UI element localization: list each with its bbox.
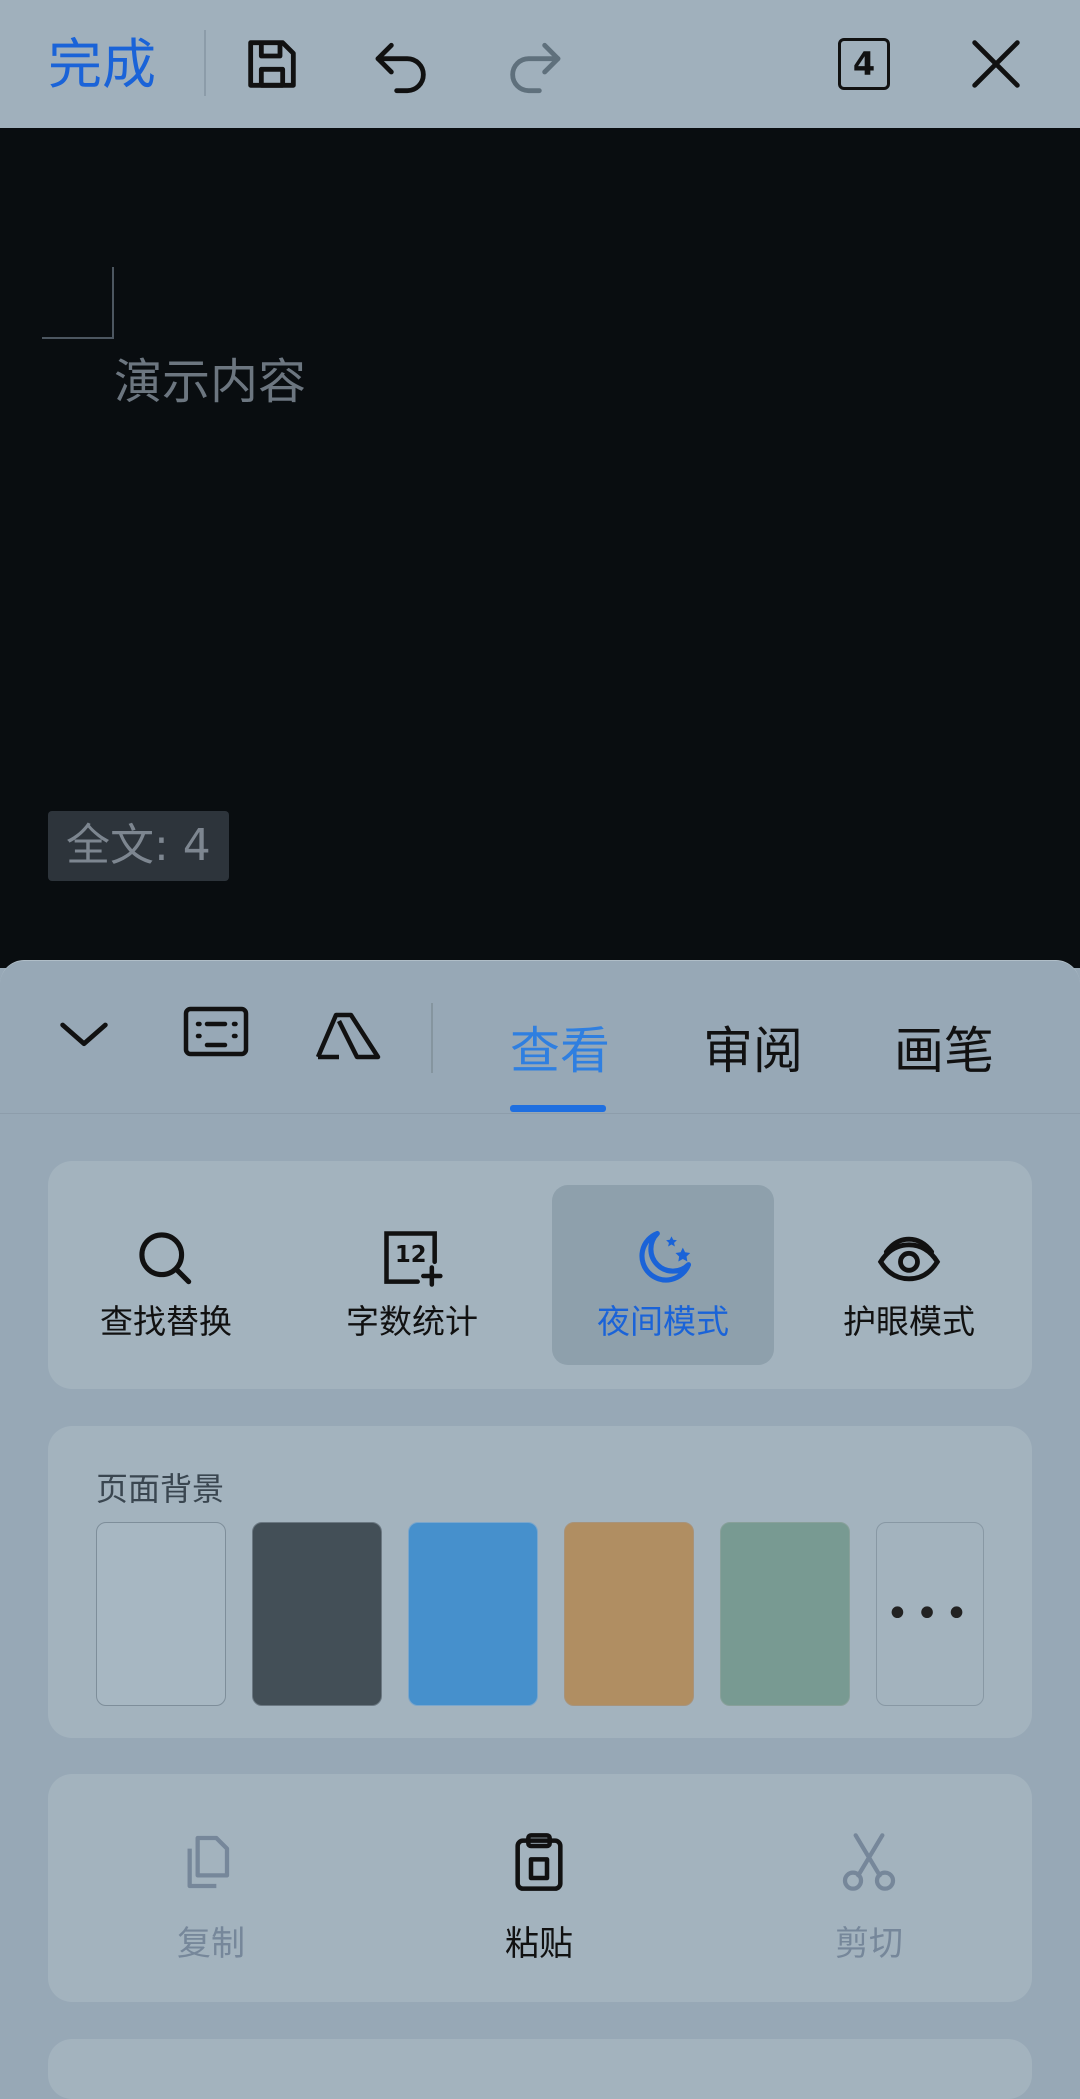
- cut-button[interactable]: 剪切: [789, 1830, 949, 1970]
- undo-icon[interactable]: [360, 22, 444, 106]
- tab-pen[interactable]: 画笔: [894, 1011, 994, 1083]
- done-button[interactable]: 完成: [48, 30, 156, 100]
- copy-icon: [187, 1835, 230, 1889]
- eye-icon: [877, 1236, 941, 1282]
- eye-care-button[interactable]: 护眼模式: [798, 1185, 1020, 1365]
- word-count-button[interactable]: 12 字数统计: [301, 1185, 523, 1365]
- page-count-icon[interactable]: 4: [822, 22, 906, 106]
- svg-text:12: 12: [395, 1242, 427, 1268]
- page-corner-mark: [42, 267, 114, 339]
- eye-care-label: 护眼模式: [843, 1302, 975, 1341]
- toolbar-divider: [204, 30, 206, 96]
- close-icon[interactable]: [954, 22, 1038, 106]
- swatch-dark[interactable]: [252, 1522, 382, 1706]
- word-count-icon: 12: [384, 1231, 443, 1287]
- active-tab-indicator: [510, 1105, 606, 1112]
- swatch-green[interactable]: [720, 1522, 850, 1706]
- cut-label: 剪切: [835, 1924, 903, 1964]
- tab-view[interactable]: 查看: [510, 1011, 610, 1083]
- swatch-tan[interactable]: [564, 1522, 694, 1706]
- word-count-badge: 全文: 4: [48, 811, 229, 881]
- sheet-toolbar: 查看 审阅 画笔: [0, 961, 1080, 1114]
- document-text[interactable]: 演示内容: [114, 342, 306, 412]
- keyboard-icon[interactable]: [180, 997, 252, 1069]
- page-background-title: 页面背景: [96, 1470, 225, 1508]
- copy-label: 复制: [177, 1924, 245, 1964]
- tab-review[interactable]: 审阅: [703, 1011, 803, 1083]
- redo-icon[interactable]: [492, 22, 576, 106]
- page-count: 4: [838, 38, 890, 90]
- chevron-down-icon[interactable]: [52, 1001, 116, 1065]
- word-count-label: 字数统计: [346, 1302, 478, 1341]
- view-tools-panel: 查找替换 12 字数统计 夜间模式 护眼模式: [48, 1161, 1032, 1389]
- swatch-default[interactable]: [96, 1522, 226, 1706]
- search-icon: [139, 1232, 192, 1285]
- next-panel: [48, 2039, 1032, 2099]
- night-mode-button[interactable]: 夜间模式: [552, 1185, 774, 1365]
- night-mode-icon: [639, 1230, 692, 1283]
- more-swatches-button[interactable]: •••: [876, 1522, 984, 1706]
- save-icon[interactable]: [230, 22, 314, 106]
- top-toolbar: 完成 4: [0, 0, 1080, 129]
- night-mode-label: 夜间模式: [597, 1302, 729, 1341]
- paste-button[interactable]: 粘贴: [459, 1830, 619, 1970]
- format-icon[interactable]: [312, 997, 384, 1069]
- document-canvas[interactable]: 演示内容 全文: 4: [0, 128, 1080, 968]
- find-replace-button[interactable]: 查找替换: [55, 1185, 277, 1365]
- paste-icon: [515, 1833, 563, 1891]
- bottom-sheet: 查看 审阅 画笔 查找替换 12 字数统计 夜间模式 护眼模式 页面背景 •••…: [0, 960, 1080, 2099]
- scissors-icon: [842, 1833, 896, 1891]
- clipboard-panel: 复制 粘贴 剪切: [48, 1774, 1032, 2002]
- swatch-blue[interactable]: [408, 1522, 538, 1706]
- copy-button[interactable]: 复制: [131, 1830, 291, 1970]
- paste-label: 粘贴: [505, 1924, 573, 1964]
- sheet-toolbar-divider: [431, 1003, 433, 1073]
- find-replace-label: 查找替换: [100, 1302, 232, 1341]
- page-background-panel: 页面背景 •••: [48, 1426, 1032, 1738]
